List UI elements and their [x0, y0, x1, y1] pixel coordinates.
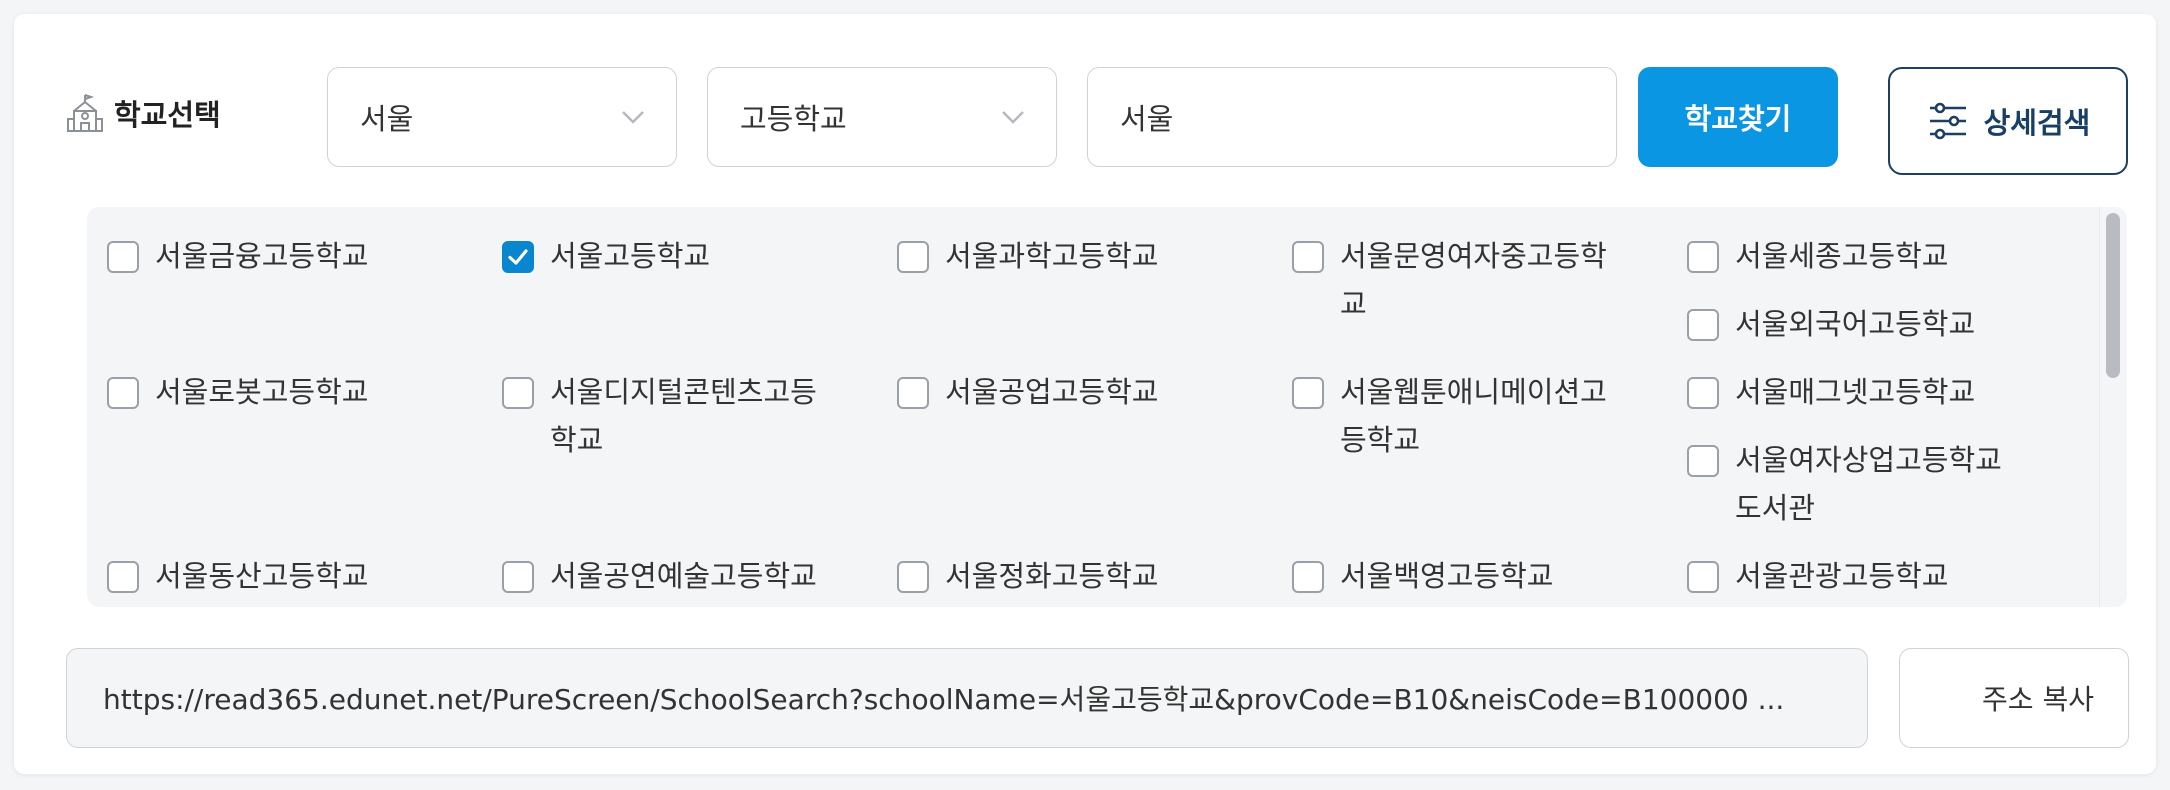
school-option[interactable]: 서울여자상업고등학교 도서관 — [1687, 441, 2037, 532]
school-option-label: 서울외국어고등학교 — [1735, 307, 1976, 341]
school-option-label: 서울세종고등학교 — [1735, 239, 1949, 273]
school-building-icon — [67, 94, 103, 132]
school-option-label: 서울정화고등학교 — [945, 559, 1159, 593]
school-checkbox[interactable] — [897, 377, 929, 409]
school-option[interactable]: 서울과학고등학교 — [897, 237, 1247, 280]
school-checkbox[interactable] — [1292, 241, 1324, 273]
sliders-icon — [1929, 102, 1966, 140]
school-option-label: 서울여자상업고등학교 도서관 — [1735, 443, 2002, 525]
school-option-label: 서울웹툰애니메이션고 등학교 — [1340, 375, 1607, 457]
school-checkbox[interactable] — [1687, 561, 1719, 593]
school-checkbox[interactable] — [107, 377, 139, 409]
school-option[interactable]: 서울디지털콘텐츠고등 학교 — [502, 373, 852, 464]
school-option-label: 서울로봇고등학교 — [155, 375, 369, 409]
school-option-label: 서울관광고등학교 — [1735, 559, 1949, 593]
share-url-text: https://read365.edunet.net/PureScreen/Sc… — [103, 683, 1785, 716]
school-checkbox[interactable] — [1292, 377, 1324, 409]
scrollbar-thumb[interactable] — [2106, 213, 2120, 378]
school-checkbox[interactable] — [107, 241, 139, 273]
school-checkbox[interactable] — [897, 561, 929, 593]
school-search-input[interactable] — [1087, 67, 1617, 167]
school-results-list[interactable]: 서울금융고등학교 서울고등학교 서울과학고등학교 서울문영여자중고등학 교 서울세종고등학… — [87, 207, 2127, 607]
chevron-down-icon — [1002, 111, 1024, 124]
school-checkbox[interactable] — [897, 241, 929, 273]
detail-search-button[interactable]: 상세검색 — [1888, 67, 2128, 175]
school-select-card: 학교선택 서울 고등학교 학교찾기 상세검색 서울금융고등학교 서울고등학교 서울과… — [14, 14, 2156, 774]
school-checkbox[interactable] — [1687, 377, 1719, 409]
school-option[interactable]: 서울세종고등학교 — [1687, 237, 2037, 280]
school-option-label: 서울고등학교 — [550, 239, 711, 273]
scrollbar-track[interactable] — [2099, 207, 2127, 607]
school-checkbox[interactable] — [502, 561, 534, 593]
school-option-label: 서울동산고등학교 — [155, 559, 369, 593]
school-checkbox[interactable] — [1687, 309, 1719, 341]
share-url-field[interactable]: https://read365.edunet.net/PureScreen/Sc… — [66, 648, 1868, 748]
school-option[interactable]: 서울동산고등학교 — [107, 557, 457, 600]
school-option[interactable]: 서울로봇고등학교 — [107, 373, 457, 416]
school-option[interactable]: 서울매그넷고등학교 — [1687, 373, 2037, 416]
school-option[interactable]: 서울공업고등학교 — [897, 373, 1247, 416]
school-checkbox[interactable] — [1687, 241, 1719, 273]
school-select-title: 학교선택 — [114, 98, 221, 132]
school-option-label: 서울문영여자중고등학 교 — [1340, 239, 1607, 321]
school-option[interactable]: 서울금융고등학교 — [107, 237, 457, 280]
school-option[interactable]: 서울백영고등학교 — [1292, 557, 1642, 600]
school-checkbox[interactable] — [502, 377, 534, 409]
school-select-label: 학교선택 — [66, 92, 221, 134]
school-option-label: 서울매그넷고등학교 — [1735, 375, 1976, 409]
school-option[interactable]: 서울외국어고등학교 — [1687, 305, 2037, 348]
school-option[interactable]: 서울고등학교 — [502, 237, 852, 280]
school-option[interactable]: 서울웹툰애니메이션고 등학교 — [1292, 373, 1642, 464]
school-level-value: 고등학교 — [740, 102, 847, 136]
chevron-down-icon — [622, 111, 644, 124]
school-level-select[interactable]: 고등학교 — [707, 67, 1057, 167]
check-icon — [508, 249, 528, 265]
school-checkbox[interactable] — [107, 561, 139, 593]
school-checkbox[interactable] — [502, 241, 534, 273]
school-checkbox[interactable] — [1292, 561, 1324, 593]
school-option-label: 서울공업고등학교 — [945, 375, 1159, 409]
school-option-label: 서울금융고등학교 — [155, 239, 369, 273]
region-select[interactable]: 서울 — [327, 67, 677, 167]
school-option-label: 서울디지털콘텐츠고등 학교 — [550, 375, 817, 457]
copy-address-button[interactable]: 주소 복사 — [1899, 648, 2129, 748]
school-option-label: 서울공연예술고등학교 — [550, 559, 817, 593]
school-option-label: 서울백영고등학교 — [1340, 559, 1554, 593]
school-checkbox[interactable] — [1687, 445, 1719, 477]
school-option-label: 서울과학고등학교 — [945, 239, 1159, 273]
school-option[interactable]: 서울공연예술고등학교 — [502, 557, 852, 600]
region-select-value: 서울 — [360, 102, 414, 136]
detail-search-label: 상세검색 — [1983, 106, 2091, 140]
find-school-button[interactable]: 학교찾기 — [1638, 67, 1838, 167]
school-option[interactable]: 서울관광고등학교 — [1687, 557, 2037, 600]
school-option[interactable]: 서울정화고등학교 — [897, 557, 1247, 600]
school-option[interactable]: 서울문영여자중고등학 교 — [1292, 237, 1642, 328]
